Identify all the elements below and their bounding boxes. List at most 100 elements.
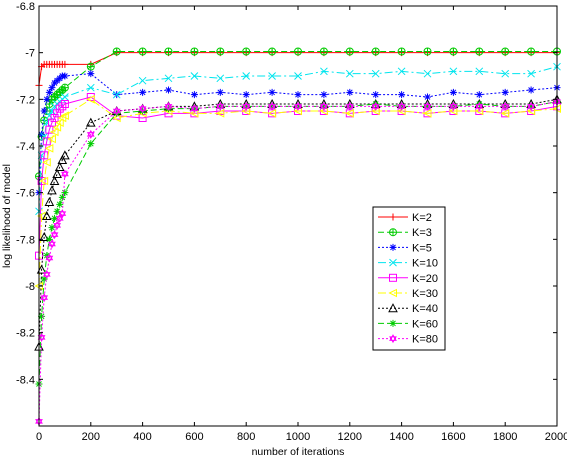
data-point [51, 214, 59, 222]
ticks-layer: 0 200 400 600 800 1000 1200 1400 1600 1800 2000 -6.… [16, 1, 567, 443]
legend: K=2 K=3 K=5 K=10 K=20 K=30 K=40 K=60 K=80 [372, 206, 446, 351]
data-point [242, 91, 250, 99]
data-point [43, 95, 51, 103]
data-point [216, 88, 224, 96]
data-point [216, 74, 225, 83]
legend-label: K=80 [412, 334, 438, 346]
data-point [242, 47, 251, 56]
series-k-60 [35, 98, 561, 388]
data-point [190, 47, 199, 56]
data-point [398, 91, 406, 99]
data-point [87, 140, 95, 148]
x-tick-label: 1800 [493, 431, 517, 443]
data-point [501, 88, 509, 96]
data-point [346, 88, 354, 96]
data-point [53, 207, 61, 215]
data-point [86, 83, 95, 92]
data-point [268, 47, 277, 56]
y-tick-label: -7.4 [16, 141, 35, 153]
legend-label: K=2 [412, 212, 432, 224]
data-point [475, 47, 484, 56]
x-tick-label: 1000 [286, 431, 310, 443]
data-point [138, 47, 147, 56]
series-k-5 [35, 70, 561, 197]
data-point [423, 47, 432, 56]
data-point [319, 47, 328, 56]
x-tick-label: 400 [133, 431, 151, 443]
data-point [294, 91, 302, 99]
data-point [60, 83, 69, 92]
data-point [164, 47, 173, 56]
legend-label: K=3 [412, 227, 432, 239]
y-tick-label: -7.6 [16, 188, 35, 200]
x-tick-label: 1600 [441, 431, 465, 443]
data-point [216, 47, 225, 56]
legend-marker [389, 243, 397, 251]
legend-marker [389, 319, 397, 327]
y-tick-label: -8.2 [16, 328, 35, 340]
x-tick-label: 600 [185, 431, 203, 443]
data-point [190, 91, 198, 99]
data-point [112, 47, 121, 56]
x-tick-label: 1400 [389, 431, 413, 443]
data-point [501, 47, 510, 56]
data-point [527, 86, 535, 94]
x-tick-label: 2000 [545, 431, 567, 443]
legend-label: K=30 [412, 288, 438, 300]
data-point [56, 200, 64, 208]
data-point [371, 47, 380, 56]
data-point [345, 69, 354, 78]
y-tick-label: -6.8 [16, 1, 35, 13]
data-point [320, 91, 328, 99]
series-layer [34, 47, 562, 426]
y-tick-label: -7 [25, 48, 35, 60]
legend-label: K=40 [412, 303, 438, 315]
x-tick-label: 800 [237, 431, 255, 443]
series-line [38, 52, 557, 86]
data-point [423, 69, 432, 78]
series-k-10 [35, 62, 561, 216]
x-tick-label: 0 [36, 431, 42, 443]
legend-label: K=10 [412, 258, 438, 270]
data-point [138, 76, 147, 85]
y-tick-label: -7.2 [16, 94, 35, 106]
series-k-40 [34, 94, 562, 351]
series-k-30 [34, 95, 561, 291]
data-point [449, 47, 458, 56]
data-point [139, 88, 147, 96]
y-tick-label: -8.4 [16, 374, 35, 386]
figure: 0 200 400 600 800 1000 1200 1400 1600 1800 2000 -6.… [0, 0, 567, 458]
legend-label: K=5 [412, 242, 432, 254]
series-line [38, 98, 558, 347]
data-point [60, 150, 70, 160]
data-point [49, 175, 60, 185]
data-point [527, 47, 536, 56]
series-line [38, 66, 558, 212]
x-axis-label: number of iterations [252, 446, 345, 458]
y-axis-label: log likelihood of model [1, 164, 13, 268]
legend-label: K=20 [412, 273, 438, 285]
series-line [38, 98, 558, 287]
plot-frame [38, 5, 558, 427]
data-point [449, 88, 457, 96]
line-chart: 0 200 400 600 800 1000 1200 1400 1600 1800 2000 -6.… [1, 1, 567, 458]
series-line [38, 101, 558, 422]
data-point [165, 86, 172, 94]
y-tick-label: -8 [25, 281, 35, 293]
data-point [268, 88, 276, 96]
y-tick-label: -7.8 [16, 234, 35, 246]
data-point [475, 91, 483, 99]
data-point [87, 70, 95, 78]
legend-marker [389, 228, 397, 237]
data-point [86, 62, 95, 71]
series-line [38, 101, 558, 385]
x-tick-label: 1200 [338, 431, 362, 443]
series-k-80 [35, 97, 561, 426]
x-tick-label: 200 [82, 431, 100, 443]
data-point [48, 224, 56, 232]
data-point [345, 47, 354, 56]
data-point [372, 91, 380, 99]
data-point [61, 72, 69, 80]
data-point [50, 230, 59, 240]
data-point [61, 93, 69, 101]
